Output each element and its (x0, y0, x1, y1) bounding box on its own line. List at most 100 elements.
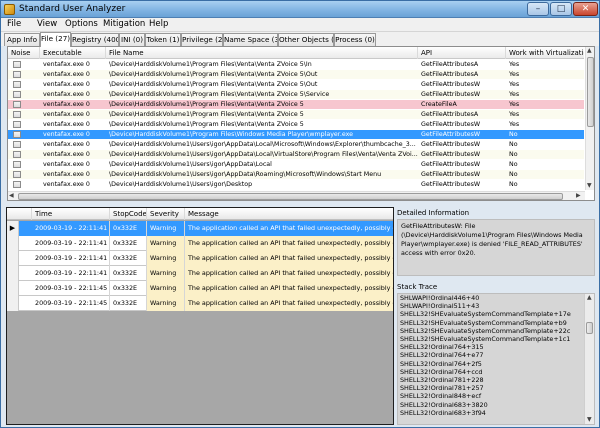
tab-ini[interactable]: INI (0) (119, 33, 145, 46)
log-message-cell: The application called an API that faile… (185, 296, 393, 311)
table-row[interactable]: ventafax.exe 0 \Device\HarddiskVolume1\Pr… (8, 120, 584, 129)
table-row[interactable]: ventafax.exe 0 \Device\HarddiskVolume1\Us… (8, 170, 584, 179)
menu-help[interactable]: Help (149, 19, 168, 29)
file-horizontal-scrollbar[interactable]: ◀ ▶ (8, 191, 585, 200)
stack-trace-label: Stack Trace (397, 283, 438, 291)
scroll-down-icon[interactable]: ▼ (587, 416, 592, 424)
col-severity[interactable]: Severity (147, 208, 185, 220)
close-button[interactable]: ✕ (573, 2, 598, 16)
menu-bar: File View Options Mitigation Help (1, 18, 599, 32)
noise-checkbox[interactable] (13, 151, 21, 158)
menu-view[interactable]: View (37, 19, 57, 29)
noise-checkbox[interactable] (13, 91, 21, 98)
menu-mitigation[interactable]: Mitigation (103, 19, 145, 29)
noise-checkbox[interactable] (13, 121, 21, 128)
row-selector[interactable] (7, 236, 19, 251)
tab-file[interactable]: File (27) (40, 32, 71, 47)
api-cell: GetFileAttributesW (421, 81, 481, 88)
table-row[interactable]: ventafax.exe 0 \Device\HarddiskVolume1\Pr… (8, 110, 584, 119)
noise-checkbox[interactable] (13, 141, 21, 148)
menu-file[interactable]: File (7, 19, 21, 29)
scroll-right-icon[interactable]: ▶ (576, 192, 581, 200)
tab-privilege[interactable]: Privilege (2) (181, 33, 223, 46)
scroll-up-icon[interactable]: ▲ (587, 294, 592, 302)
col-message[interactable]: Message (185, 208, 393, 220)
table-row[interactable]: ventafax.exe 0 \Device\HarddiskVolume1\Pr… (8, 70, 584, 79)
stack-trace-list[interactable]: SHLWAPI!Ordinal446+40 SHLWAPI!Ordinal511+… (397, 293, 595, 425)
col-noise[interactable]: Noise (8, 47, 40, 59)
virtualization-cell: Yes (509, 111, 520, 118)
tab-name-space[interactable]: Name Space (3) (223, 33, 278, 46)
log-row[interactable]: 2009-03-19 - 22:11:45 0x332E Warning The ap… (7, 296, 393, 311)
col-time[interactable]: Time (32, 208, 110, 220)
title-bar[interactable]: Standard User Analyzer – □ ✕ (1, 1, 599, 18)
file-name-cell: \Device\HarddiskVolume1\Program Files\Ve… (109, 71, 318, 78)
col-executable[interactable]: Executable (40, 47, 106, 59)
row-selector[interactable] (7, 281, 19, 296)
table-row[interactable]: ventafax.exe 0 \Device\HarddiskVolume1\Pr… (8, 100, 584, 109)
row-selector[interactable] (7, 266, 19, 281)
scroll-up-icon[interactable]: ▲ (587, 47, 592, 55)
log-row[interactable]: 2009-03-19 - 22:11:41 0x332E Warning The ap… (7, 251, 393, 266)
scroll-down-icon[interactable]: ▼ (587, 182, 592, 190)
tab-process[interactable]: Process (0) (334, 33, 376, 46)
noise-checkbox[interactable] (13, 181, 21, 188)
tab-token[interactable]: Token (1) (145, 33, 181, 46)
file-name-cell: \Device\HarddiskVolume1\Program Files\Ve… (109, 61, 312, 68)
noise-checkbox[interactable] (13, 101, 21, 108)
file-name-cell: \Device\HarddiskVolume1\Program Files\Ve… (109, 91, 330, 98)
log-stopcode-cell: 0x332E (110, 266, 147, 281)
log-row[interactable]: 2009-03-19 - 22:11:45 0x332E Warning The ap… (7, 281, 393, 296)
log-stopcode-cell: 0x332E (110, 251, 147, 266)
stack-vertical-thumb[interactable] (586, 322, 593, 334)
file-table: Noise Executable File Name API Work with… (7, 46, 595, 201)
log-row[interactable]: ▶ 2009-03-19 - 22:11:41 0x332E Warning The a… (7, 221, 393, 236)
tab-app-info[interactable]: App Info (4, 33, 40, 46)
noise-checkbox[interactable] (13, 171, 21, 178)
maximize-button[interactable]: □ (550, 2, 572, 16)
stack-trace-line: SHELL32!Ordinal848+ecf (400, 392, 482, 401)
table-row[interactable]: ventafax.exe 0 \Device\HarddiskVolume1\Pr… (8, 60, 584, 69)
virtualization-cell: No (509, 141, 518, 148)
file-table-header: Noise Executable File Name API Work with… (8, 47, 584, 59)
table-row[interactable]: ventafax.exe 0 \Device\HarddiskVolume1\Us… (8, 140, 584, 149)
table-row[interactable]: ventafax.exe 0 \Device\HarddiskVolume1\Us… (8, 180, 584, 189)
noise-checkbox[interactable] (13, 131, 21, 138)
minimize-button[interactable]: – (527, 2, 549, 16)
row-selector[interactable]: ▶ (7, 221, 19, 236)
row-selector[interactable] (7, 296, 19, 311)
menu-options[interactable]: Options (65, 19, 98, 29)
col-file-name[interactable]: File Name (106, 47, 418, 59)
noise-checkbox[interactable] (13, 61, 21, 68)
noise-checkbox[interactable] (13, 81, 21, 88)
log-row[interactable]: 2009-03-19 - 22:11:41 0x332E Warning The ap… (7, 236, 393, 251)
executable-cell: ventafax.exe 0 (43, 81, 90, 88)
table-row[interactable]: ventafax.exe 0 \Device\HarddiskVolume1\Pr… (8, 90, 584, 99)
noise-checkbox[interactable] (13, 111, 21, 118)
col-stopcode[interactable]: StopCode (110, 208, 147, 220)
noise-checkbox[interactable] (13, 71, 21, 78)
file-name-cell: \Device\HarddiskVolume1\Program Files\Wi… (109, 131, 353, 138)
api-cell: GetFileAttributesW (421, 161, 481, 168)
col-api[interactable]: API (418, 47, 506, 59)
table-row[interactable]: ventafax.exe 0 \Device\HarddiskVolume1\Us… (8, 160, 584, 169)
noise-checkbox[interactable] (13, 161, 21, 168)
executable-cell: ventafax.exe 0 (43, 121, 90, 128)
tab-registry[interactable]: Registry (400) (71, 33, 119, 46)
row-selector[interactable] (7, 251, 19, 266)
stack-trace-line: SHELL32!Ordinal683+3f94 (400, 408, 486, 417)
file-horizontal-thumb[interactable] (18, 193, 563, 200)
file-vertical-thumb[interactable] (587, 57, 594, 127)
detailed-information-text: GetFileAttributesW: File (\Device\Harddi… (397, 219, 595, 276)
executable-cell: ventafax.exe 0 (43, 71, 90, 78)
table-row[interactable]: ventafax.exe 0 \Device\HarddiskVolume1\Pr… (8, 80, 584, 89)
table-row[interactable]: ventafax.exe 0 \Device\HarddiskVolume1\Us… (8, 150, 584, 159)
file-vertical-scrollbar[interactable]: ▲ ▼ (585, 47, 594, 190)
log-row[interactable]: 2009-03-19 - 22:11:41 0x332E Warning The ap… (7, 266, 393, 281)
scroll-left-icon[interactable]: ◀ (9, 192, 14, 200)
tab-other-objects[interactable]: Other Objects (6) (278, 33, 334, 46)
stack-vertical-scrollbar[interactable]: ▲ ▼ (584, 294, 594, 424)
table-row[interactable]: ventafax.exe 0 \Device\HarddiskVolume1\Pr… (8, 130, 584, 139)
log-time-cell: 2009-03-19 - 22:11:41 (19, 266, 110, 281)
col-virtualization[interactable]: Work with Virtualization (506, 47, 584, 59)
